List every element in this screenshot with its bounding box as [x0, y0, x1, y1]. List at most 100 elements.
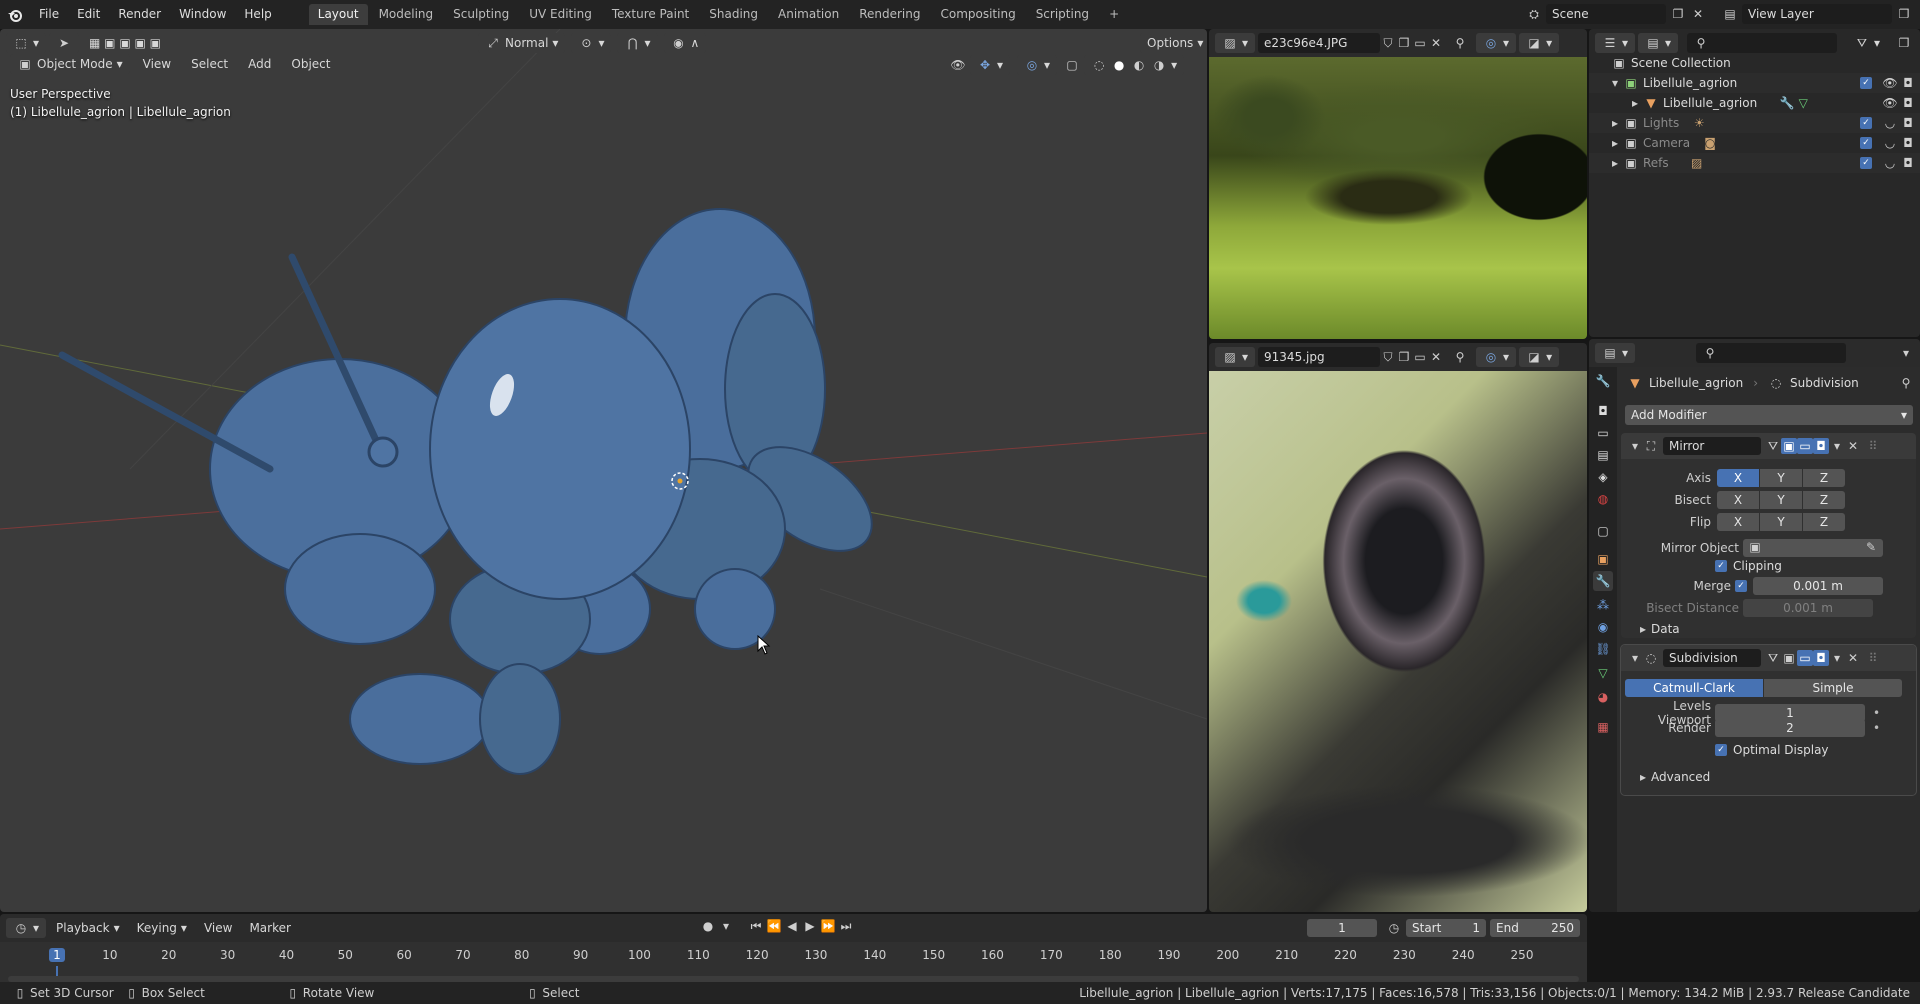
tab-sculpting[interactable]: Sculpting — [444, 4, 518, 25]
image-editor-bottom[interactable]: ▨ ▾ 91345.jpg ⛉ ❐ ▭ ✕ ⚲ ◎ ▾ ◪ ▾ — [1209, 343, 1587, 912]
image-overlay-toggle[interactable]: ◎ ▾ — [1476, 347, 1517, 367]
data-subpanel-toggle[interactable]: ▸ Data — [1635, 621, 1680, 637]
flip-z-toggle[interactable]: Z — [1803, 513, 1845, 531]
tab-scene-icon[interactable]: ◈ — [1593, 467, 1613, 487]
merge-distance-field[interactable]: 0.001 m — [1753, 577, 1883, 595]
outliner-row-object[interactable]: ▸ ▼ Libellule_agrion 🔧 ▽ 👁 ◘ — [1589, 93, 1920, 113]
axis-z-toggle[interactable]: Z — [1803, 469, 1845, 487]
open-image-icon[interactable]: ▭ — [1412, 349, 1428, 365]
viewport-canvas[interactable] — [0, 29, 1207, 912]
optimal-display-checkbox[interactable]: ✓ — [1715, 744, 1727, 756]
add-workspace-button[interactable]: + — [1100, 4, 1128, 25]
clipping-checkbox[interactable]: ✓ — [1715, 560, 1727, 572]
tab-layout[interactable]: Layout — [308, 4, 368, 25]
tab-material-icon[interactable]: ◕ — [1593, 687, 1613, 707]
transform-orientation-dropdown[interactable]: ⤢ Normal ▾ — [478, 33, 566, 53]
record-options-icon[interactable]: ▾ — [718, 918, 734, 934]
image-editor-top[interactable]: ▨ ▾ e23c96e4.JPG ⛉ ❐ ▭ ✕ ⚲ ◎ ▾ ◪ ▾ — [1209, 29, 1587, 339]
outliner-type-button[interactable]: ☰ ▾ — [1595, 33, 1636, 53]
filter-dropdown[interactable]: ⛛ ▾ — [1847, 33, 1887, 53]
menu-file[interactable]: File — [30, 0, 68, 29]
new-image-icon[interactable]: ❐ — [1396, 349, 1412, 365]
view-layer-field[interactable]: View Layer — [1742, 4, 1892, 24]
flip-y-toggle[interactable]: Y — [1760, 513, 1802, 531]
expand-arrow-icon[interactable]: ▸ — [1607, 115, 1623, 131]
gizmo-toggle[interactable]: ✥ ▾ — [970, 55, 1011, 75]
menu-edit[interactable]: Edit — [68, 0, 109, 29]
scene-field[interactable]: Scene — [1546, 4, 1666, 24]
tab-texture-paint[interactable]: Texture Paint — [603, 4, 698, 25]
bisect-z-toggle[interactable]: Z — [1803, 491, 1845, 509]
image-name-field[interactable]: e23c96e4.JPG — [1258, 33, 1381, 53]
merge-checkbox[interactable]: ✓ — [1735, 580, 1747, 592]
display-channels-dropdown[interactable]: ◪ ▾ — [1519, 33, 1560, 53]
fake-user-icon[interactable]: ⛉ — [1380, 349, 1396, 365]
modifier-menu-icon[interactable]: ▾ — [1829, 438, 1845, 454]
scene-icon[interactable]: ⛭ — [1526, 6, 1542, 22]
collapse-arrow-icon[interactable]: ▾ — [1627, 650, 1643, 666]
display-channels-dropdown[interactable]: ◪ ▾ — [1519, 347, 1560, 367]
catmull-clark-button[interactable]: Catmull-Clark — [1625, 679, 1763, 697]
drag-handle-icon[interactable]: ⠿ — [1865, 650, 1881, 666]
drag-handle-icon[interactable]: ⠿ — [1865, 438, 1881, 454]
prev-keyframe-icon[interactable]: ⏪ — [766, 918, 782, 934]
playhead[interactable]: 1 — [49, 948, 65, 962]
menu-help[interactable]: Help — [235, 0, 280, 29]
tab-rendering[interactable]: Rendering — [850, 4, 929, 25]
fake-user-icon[interactable]: ⛉ — [1380, 35, 1396, 51]
outliner-row-collection[interactable]: ▾ ▣ Libellule_agrion ✓ 👁 ◘ — [1589, 73, 1920, 93]
keyframe-dot-icon[interactable]: • — [1873, 721, 1880, 735]
3d-viewport[interactable]: ⬚ ▾ ➤ ▦ ▣ ▣ ▣ ▣ ⤢ Normal ▾ ⊙ ▾ ⋂ ▾ ◉ ∧ Option… — [0, 29, 1207, 912]
outliner-row-lights[interactable]: ▸ ▣ Lights ☀ ✓ ◡ ◘ — [1589, 113, 1920, 133]
mesh-data-icon[interactable]: ▽ — [1795, 95, 1811, 111]
frame-ruler[interactable]: 1 10 20 30 40 50 60 70 80 90 100 110 120 130 140 150 160… — [0, 946, 1587, 990]
camera-render-icon[interactable]: ◘ — [1900, 95, 1916, 111]
image-name-field[interactable]: 91345.jpg — [1258, 347, 1381, 367]
xray-icon[interactable]: ▢ — [1064, 57, 1080, 73]
expand-arrow-icon[interactable]: ▸ — [1627, 95, 1643, 111]
edit-mode-cage-icon[interactable]: ⛛ — [1765, 650, 1781, 666]
eye-icon[interactable]: 👁 — [1882, 75, 1898, 91]
outliner-row-scene-collection[interactable]: ▣ Scene Collection — [1589, 53, 1920, 73]
tab-modifiers-icon[interactable]: 🔧 — [1593, 571, 1613, 591]
tab-scripting[interactable]: Scripting — [1027, 4, 1098, 25]
new-view-layer-icon[interactable]: ❐ — [1896, 6, 1912, 22]
properties-editor[interactable]: ▤ ▾ ⚲ ▾ 🔧 ◘ ▭ ▤ ◈ ◍ ▢ ▣ 🔧 ⁂ ◉ ⛓ ▽ ◕ ▦ ▼ L… — [1589, 339, 1920, 912]
bisect-distance-field[interactable]: 0.001 m — [1743, 599, 1873, 617]
options-dropdown[interactable]: Options ▾ — [1140, 33, 1207, 53]
menu-add[interactable]: Add — [241, 54, 278, 74]
flip-x-toggle[interactable]: X — [1717, 513, 1759, 531]
timeline-type-button[interactable]: ◷ ▾ — [6, 918, 47, 938]
record-icon[interactable]: ● — [700, 918, 716, 934]
outliner-row-refs[interactable]: ▸ ▣ Refs ▨ ✓ ◡ ◘ — [1589, 153, 1920, 173]
start-frame-field[interactable]: Start 1 — [1406, 919, 1486, 937]
camera-render-icon[interactable]: ◘ — [1900, 155, 1916, 171]
mirror-name-field[interactable]: Mirror — [1663, 437, 1761, 455]
blender-logo-icon[interactable] — [0, 0, 30, 29]
select-mode-buttons[interactable]: ▦ ▣ ▣ ▣ ▣ — [82, 33, 168, 53]
unlink-image-icon[interactable]: ✕ — [1428, 35, 1444, 51]
properties-type-button[interactable]: ▤ ▾ — [1595, 343, 1636, 363]
camera-render-icon[interactable]: ◘ — [1900, 115, 1916, 131]
realtime-display-icon[interactable]: ▭ — [1797, 650, 1813, 666]
tab-output-icon[interactable]: ▭ — [1593, 423, 1613, 443]
eye-closed-icon[interactable]: ◡ — [1882, 115, 1898, 131]
view-layer-icon[interactable]: ▤ — [1722, 6, 1738, 22]
timeline[interactable]: ◷ ▾ Playback ▾ Keying ▾ View Marker ● ▾ ⏮… — [0, 914, 1587, 991]
tab-constraints-icon[interactable]: ⛓ — [1593, 639, 1613, 659]
new-scene-icon[interactable]: ❐ — [1670, 6, 1686, 22]
tab-animation[interactable]: Animation — [769, 4, 848, 25]
remove-modifier-icon[interactable]: ✕ — [1845, 650, 1861, 666]
jump-end-icon[interactable]: ⏭ — [838, 918, 854, 934]
menu-marker[interactable]: Marker — [242, 918, 297, 938]
axis-x-toggle[interactable]: X — [1717, 469, 1759, 487]
visibility-icon[interactable]: 👁 — [950, 57, 966, 73]
delete-view-layer-icon[interactable]: ✕ — [1916, 6, 1920, 22]
eye-closed-icon[interactable]: ◡ — [1882, 155, 1898, 171]
camera-render-icon[interactable]: ◘ — [1900, 135, 1916, 151]
keying-dropdown[interactable]: Keying ▾ — [130, 918, 194, 938]
overlay-toggle[interactable]: ◎ ▾ — [1017, 55, 1058, 75]
delete-scene-icon[interactable]: ✕ — [1690, 6, 1706, 22]
pivot-dropdown[interactable]: ⊙ ▾ — [571, 33, 612, 53]
tab-data-icon[interactable]: ▽ — [1593, 663, 1613, 683]
